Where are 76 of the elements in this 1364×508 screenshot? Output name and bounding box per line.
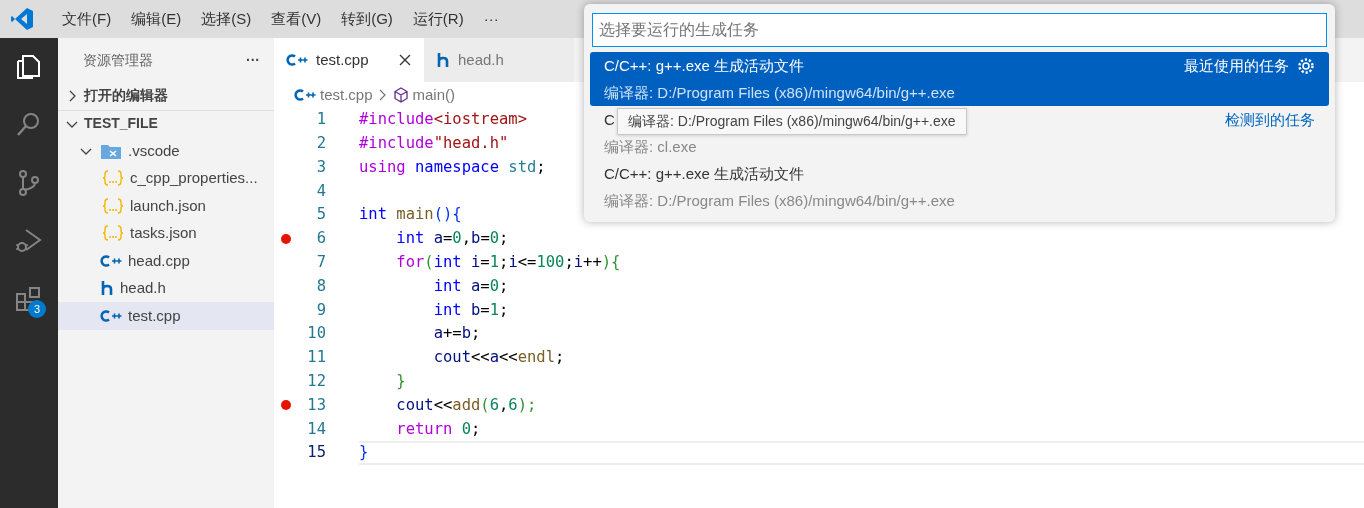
code-line: using namespace std; xyxy=(359,156,546,178)
task-group-label: 检测到的任务 xyxy=(1225,110,1315,130)
file-tree-item[interactable]: c_cpp_properties... xyxy=(58,164,274,192)
task-label[interactable]: C/C++: g++.exe 生成活动文件 xyxy=(604,160,805,187)
section-header[interactable]: TEST_FILE xyxy=(58,109,274,137)
line-number: 9 xyxy=(315,299,326,321)
cube-icon xyxy=(392,87,409,103)
file-tree-item[interactable]: head.h xyxy=(58,274,274,302)
sidebar-title: 资源管理器 xyxy=(83,50,153,70)
json-file-icon xyxy=(102,197,124,214)
cpp-file-icon xyxy=(294,88,316,102)
menu-item[interactable]: ··· xyxy=(473,7,509,31)
code-line: int a=0,b=0; xyxy=(395,228,509,250)
line-number: 12 xyxy=(306,371,326,393)
menu-item[interactable]: 选择(S) xyxy=(191,7,262,31)
line-number: 13 xyxy=(306,394,326,416)
json-file-icon xyxy=(102,170,124,187)
breadcrumb-item[interactable]: main() xyxy=(392,83,456,107)
line-number: 7 xyxy=(315,252,326,274)
code-line: #include<iostream> xyxy=(359,109,527,131)
line-number: 11 xyxy=(306,347,326,369)
gear-icon xyxy=(1297,56,1315,75)
menu-item[interactable]: 编辑(E) xyxy=(121,7,192,31)
code-line: #include"head.h" xyxy=(359,133,509,155)
code-line: } xyxy=(359,442,369,464)
code-line: int a=0; xyxy=(432,275,509,297)
code-line: cout<<a<<endl; xyxy=(432,347,565,369)
line-number: 14 xyxy=(306,418,326,440)
cpp-file-icon xyxy=(286,53,308,67)
code-line: cout<<add(6,6); xyxy=(395,394,537,416)
line-number: 15 xyxy=(306,442,326,464)
h-file-icon xyxy=(436,52,450,68)
task-item[interactable]: C/C++: g++.exe 生成活动文件 最近使用的任务 编译器: D:/Program Files (x86)/mingw64/bin/g++.exe xyxy=(590,52,1329,106)
line-number: 8 xyxy=(315,275,326,297)
code-line: } xyxy=(395,371,406,393)
h-file-icon xyxy=(100,280,114,297)
line-number: 1 xyxy=(315,109,326,131)
task-label[interactable]: C/C++: g++.exe 生成活动文件 xyxy=(604,52,805,79)
json-file-icon xyxy=(102,225,124,242)
line-number: 10 xyxy=(306,323,326,345)
line-number: 5 xyxy=(315,204,326,226)
close-icon[interactable] xyxy=(398,53,412,67)
task-detail: 编译器: cl.exe xyxy=(604,138,697,155)
breadcrumb-item[interactable]: test.cpp xyxy=(294,83,373,107)
code-line: return 0; xyxy=(395,418,481,440)
code-line: for(int i=1;i<=100;i++){ xyxy=(395,252,621,274)
file-tree-item[interactable]: .vscode xyxy=(58,137,274,165)
line-number: 4 xyxy=(315,180,326,202)
menu-item[interactable]: 转到(G) xyxy=(331,7,403,31)
editor-tab[interactable]: test.cpp xyxy=(274,38,424,82)
tooltip-text: 编译器: D:/Program Files (x86)/mingw64/bin/g++.exe xyxy=(617,108,967,135)
count-badge: 3 xyxy=(28,300,46,318)
file-tree-item[interactable]: tasks.json xyxy=(58,219,274,247)
menu-item[interactable]: 查看(V) xyxy=(261,7,332,31)
cpp-file-icon xyxy=(100,253,122,268)
cpp-file-icon xyxy=(100,308,122,323)
code-line: a+=b; xyxy=(432,323,481,345)
section-header[interactable]: 打开的编辑器 xyxy=(58,82,274,110)
task-label[interactable]: C xyxy=(604,106,615,133)
editor-tab[interactable]: head.h xyxy=(424,38,574,82)
line-number: 2 xyxy=(315,133,326,155)
task-detail: 编译器: D:/Program Files (x86)/mingw64/bin/g++.exe xyxy=(604,84,955,101)
task-group-label: 最近使用的任务 xyxy=(1184,56,1289,76)
menu-item[interactable]: 文件(F) xyxy=(52,7,122,31)
file-tree-item[interactable]: head.cpp xyxy=(58,247,274,275)
code-line: int main(){ xyxy=(359,204,462,226)
more-actions-button[interactable]: ··· xyxy=(246,49,260,71)
app-logo-icon xyxy=(10,7,34,31)
task-detail: 编译器: D:/Program Files (x86)/mingw64/bin/g++.exe xyxy=(604,192,955,209)
line-number: 3 xyxy=(315,156,326,178)
line-number: 6 xyxy=(315,228,326,250)
file-tree-item[interactable]: test.cpp xyxy=(58,302,274,330)
menu-item[interactable]: 运行(R) xyxy=(402,7,474,31)
file-tree-item[interactable]: launch.json xyxy=(58,192,274,220)
task-search-field[interactable]: 选择要运行的生成任务 xyxy=(592,13,1327,47)
code-line: int b=1; xyxy=(432,299,509,321)
